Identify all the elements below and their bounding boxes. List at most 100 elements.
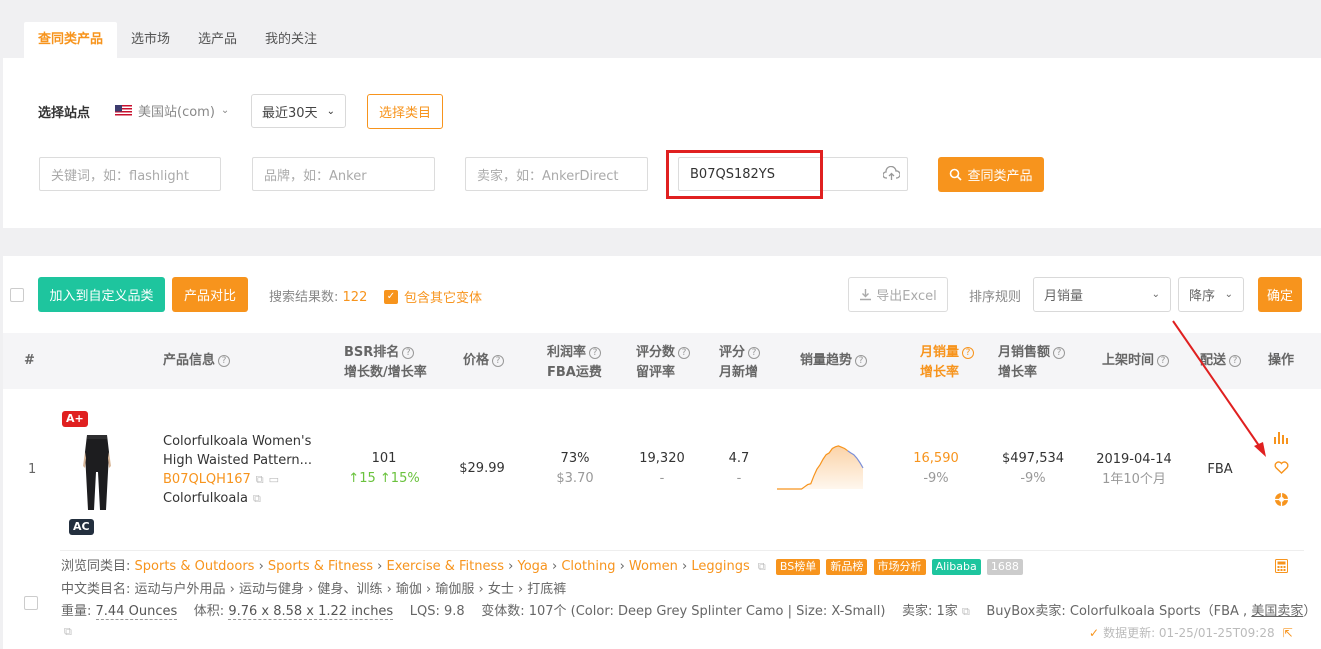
col-product-info: 产品信息? <box>163 351 231 371</box>
sort-field-select[interactable]: 月销量 ⌄ <box>1033 277 1171 312</box>
heart-icon[interactable] <box>1274 461 1289 474</box>
sellers-value: 卖家: 1家 <box>902 604 958 619</box>
site-value: 美国站(com) <box>138 105 215 120</box>
buybox-end: ） <box>1303 604 1317 619</box>
compare-products-button[interactable]: 产品对比 <box>172 277 248 312</box>
calculator-icon[interactable] <box>1275 559 1288 573</box>
product-brand-link[interactable]: Colorfulkoala <box>163 489 248 508</box>
help-icon[interactable]: ? <box>962 347 975 359</box>
tab-my-watchlist[interactable]: 我的关注 <box>251 22 331 58</box>
external-link-icon[interactable]: ⧉ <box>253 489 261 508</box>
tab-same-products[interactable]: 查同类产品 <box>24 22 118 58</box>
help-icon[interactable]: ? <box>589 347 602 359</box>
annotation-arrow <box>1172 320 1266 457</box>
help-icon[interactable]: ? <box>855 355 868 367</box>
bar-chart-icon[interactable] <box>1273 430 1289 444</box>
comment-icon[interactable]: ▭ <box>269 470 279 489</box>
export-excel-button[interactable]: 导出Excel <box>848 277 948 312</box>
crumb-yoga[interactable]: Yoga <box>518 559 548 574</box>
data-update-text: 数据更新: 01-25/01-25T09:28 <box>1103 626 1275 640</box>
tag-1688[interactable]: 1688 <box>986 559 1023 575</box>
help-icon[interactable]: ? <box>492 355 505 367</box>
margin-value: 73% <box>560 451 590 466</box>
buybox-region: 美国卖家 <box>1251 604 1304 619</box>
product-asin-link[interactable]: B07QLQH167 <box>163 470 251 489</box>
col-rating[interactable]: 评分? 月新增 <box>719 343 761 383</box>
add-custom-category-button[interactable]: 加入到自定义品类 <box>38 277 165 312</box>
external-link-icon[interactable]: ⧉ <box>64 625 72 639</box>
seller-input[interactable]: 卖家，如：AnkerDirect <box>465 157 648 191</box>
share-icon[interactable]: ⇱ <box>1283 626 1293 640</box>
period-select[interactable]: 最近30天 ⌄ <box>251 94 346 128</box>
fba-fee-value: $3.70 <box>556 471 594 486</box>
select-all-checkbox[interactable] <box>10 288 24 302</box>
row-checkbox[interactable] <box>24 596 38 610</box>
rating-new: - <box>736 471 742 486</box>
col-reviews[interactable]: 评分数? 留评率 <box>636 343 691 383</box>
col-margin[interactable]: 利润率? FBA运费 <box>547 343 602 383</box>
crumb-women[interactable]: Women <box>629 559 678 574</box>
confirm-sort-button[interactable]: 确定 <box>1258 277 1302 312</box>
col-sales-trend: 销量趋势? <box>800 351 868 371</box>
lifebuoy-icon[interactable] <box>1274 492 1289 507</box>
sales-cell: 16,590 -9% <box>906 449 966 489</box>
external-link-icon[interactable]: ⧉ <box>962 605 970 618</box>
include-variants-label: 包含其它变体 <box>404 291 483 306</box>
product-title-line1[interactable]: Colorfulkoala Women's <box>163 432 312 451</box>
highlight-box <box>666 150 823 199</box>
include-variants-checkbox[interactable]: ✓ <box>384 289 398 304</box>
search-same-products-button[interactable]: 查同类产品 <box>938 157 1044 192</box>
tab-select-market[interactable]: 选市场 <box>117 22 184 58</box>
crumb-leggings[interactable]: Leggings <box>691 559 749 574</box>
listed-age: 1年10个月 <box>1102 472 1166 487</box>
tag-new-release[interactable]: 新品榜 <box>826 559 868 575</box>
col-bsr[interactable]: BSR排名? 增长数/增长率 <box>344 343 427 383</box>
external-link-icon[interactable]: ⧉ <box>758 560 766 573</box>
bsr-rate: 15% <box>390 471 420 486</box>
result-count-value: 122 <box>342 290 368 305</box>
margin-cell: 73% $3.70 <box>545 449 605 489</box>
result-count-label: 搜索结果数: <box>269 290 339 305</box>
buybox-label: BuyBox卖家: <box>986 604 1066 619</box>
product-image[interactable] <box>70 432 126 512</box>
tag-market-analysis[interactable]: 市场分析 <box>873 559 926 575</box>
help-icon[interactable]: ? <box>1053 347 1066 359</box>
buybox-seller[interactable]: Colorfulkoala Sports <box>1070 604 1201 619</box>
help-icon[interactable]: ? <box>402 347 415 359</box>
listed-date: 2019-04-14 <box>1096 452 1172 467</box>
crumb-sports-outdoors[interactable]: Sports & Outdoors <box>135 559 255 574</box>
upload-cloud-icon[interactable] <box>883 166 900 181</box>
external-link-icon[interactable]: ⧉ <box>256 470 264 489</box>
crumb-clothing[interactable]: Clothing <box>561 559 615 574</box>
result-count-text: 搜索结果数: 122 <box>269 286 367 305</box>
bsr-rank: 101 <box>371 451 397 466</box>
site-selector[interactable]: 美国站(com) ⌄ <box>115 101 229 120</box>
col-monthly-revenue[interactable]: 月销售额? 增长率 <box>998 343 1066 383</box>
select-category-button[interactable]: 选择类目 <box>367 94 443 129</box>
col-price[interactable]: 价格? <box>463 351 505 371</box>
crumb-sports-fitness[interactable]: Sports & Fitness <box>268 559 373 574</box>
sort-order-value: 降序 <box>1189 289 1216 304</box>
row-index: 1 <box>28 462 37 477</box>
product-info: Colorfulkoala Women's High Waisted Patte… <box>163 432 312 508</box>
brand-input[interactable]: 品牌，如：Anker <box>252 157 435 191</box>
chevron-down-icon: ⌄ <box>326 105 335 117</box>
col-listed-date[interactable]: 上架时间? <box>1102 351 1170 371</box>
col-monthly-sales[interactable]: 月销量? 增长率 <box>920 343 975 383</box>
tag-alibaba[interactable]: Alibaba <box>931 559 981 575</box>
keyword-input[interactable]: 关键词，如：flashlight <box>39 157 221 191</box>
help-icon[interactable]: ? <box>748 347 761 359</box>
size-value: 9.76 x 8.58 x 1.22 inches <box>228 604 394 620</box>
revenue-growth: -9% <box>1020 471 1046 486</box>
cn-category-line: 中文类目名: 运动与户外用品 › 运动与健身 › 健身、训练 › 瑜伽 › 瑜伽… <box>61 581 566 599</box>
sort-order-select[interactable]: 降序 ⌄ <box>1178 277 1244 312</box>
product-title-line2[interactable]: High Waisted Pattern... <box>163 451 312 470</box>
tab-select-products[interactable]: 选产品 <box>184 22 251 58</box>
include-variants-toggle[interactable]: ✓ 包含其它变体 <box>384 287 482 306</box>
review-rate: - <box>659 471 665 486</box>
crumb-exercise-fitness[interactable]: Exercise & Fitness <box>387 559 505 574</box>
sales-trend-sparkline[interactable] <box>774 438 866 492</box>
help-icon[interactable]: ? <box>678 347 691 359</box>
tag-bestseller[interactable]: BS榜单 <box>775 559 821 575</box>
help-icon[interactable]: ? <box>218 355 231 367</box>
